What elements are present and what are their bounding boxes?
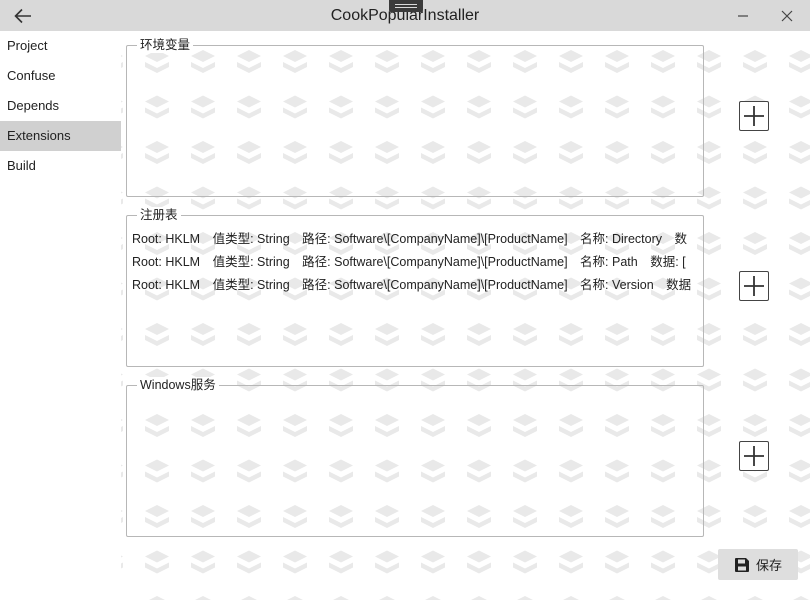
registry-path: 路径: Software\[CompanyName]\[ProductName] [302,278,568,292]
registry-title: 注册表 [137,207,181,223]
registry-root: Root: HKLM [132,278,201,292]
sidebar-item-depends[interactable]: Depends [0,91,121,121]
registry-data: 数据: [ [650,255,686,269]
registry-root: Root: HKLM [132,255,201,269]
registry-name: 名称: Version [580,278,654,292]
registry-value-type: 值类型: String [212,278,290,292]
registry-root: Root: HKLM [132,232,201,246]
close-icon [781,10,793,21]
plus-icon [744,446,764,466]
main-panel: 环境变量 注册表 Root: HKLM 值类型: String 路径: Soft… [121,31,810,600]
list-item[interactable]: Root: HKLM 值类型: String 路径: Software\[Com… [132,253,699,276]
list-item[interactable]: Root: HKLM 值类型: String 路径: Software\[Com… [132,230,699,253]
registry-data: 数据 [666,278,692,292]
back-button[interactable] [8,4,38,28]
sidebar-item-confuse[interactable]: Confuse [0,61,121,91]
sidebar-item-extensions[interactable]: Extensions [0,121,121,151]
minimize-button[interactable] [725,0,761,31]
windows-services-list[interactable] [132,400,699,532]
drag-grip-icon[interactable] [389,0,423,12]
arrow-left-icon [14,8,31,24]
registry-path: 路径: Software\[CompanyName]\[ProductName] [302,232,568,246]
minimize-icon [738,14,748,17]
sidebar-item-project[interactable]: Project [0,31,121,61]
registry-name: 名称: Path [580,255,638,269]
sidebar: Project Confuse Depends Extensions Build [0,31,121,600]
windows-services-title: Windows服务 [137,377,219,393]
save-icon [734,557,749,572]
list-item[interactable]: Root: HKLM 值类型: String 路径: Software\[Com… [132,276,699,299]
save-label: 保存 [755,558,782,573]
plus-icon [744,106,764,126]
env-variables-title: 环境变量 [137,37,194,53]
add-env-variable-button[interactable] [739,101,769,131]
windows-services-group: Windows服务 [126,377,704,537]
registry-data: 数 [674,232,687,246]
registry-path: 路径: Software\[CompanyName]\[ProductName] [302,255,568,269]
registry-name: 名称: Directory [580,232,662,246]
sidebar-item-build[interactable]: Build [0,151,121,181]
title-bar[interactable]: CookPopularInstaller [0,0,810,31]
registry-value-type: 值类型: String [212,232,290,246]
add-registry-button[interactable] [739,271,769,301]
registry-list[interactable]: Root: HKLM 值类型: String 路径: Software\[Com… [132,230,699,362]
add-windows-service-button[interactable] [739,441,769,471]
save-button[interactable]: 保存 [718,549,798,580]
close-button[interactable] [769,0,805,31]
plus-icon [744,276,764,296]
registry-value-type: 值类型: String [212,255,290,269]
registry-group: 注册表 Root: HKLM 值类型: String 路径: Software\… [126,207,704,367]
env-variables-list[interactable] [132,60,699,192]
env-variables-group: 环境变量 [126,37,704,197]
